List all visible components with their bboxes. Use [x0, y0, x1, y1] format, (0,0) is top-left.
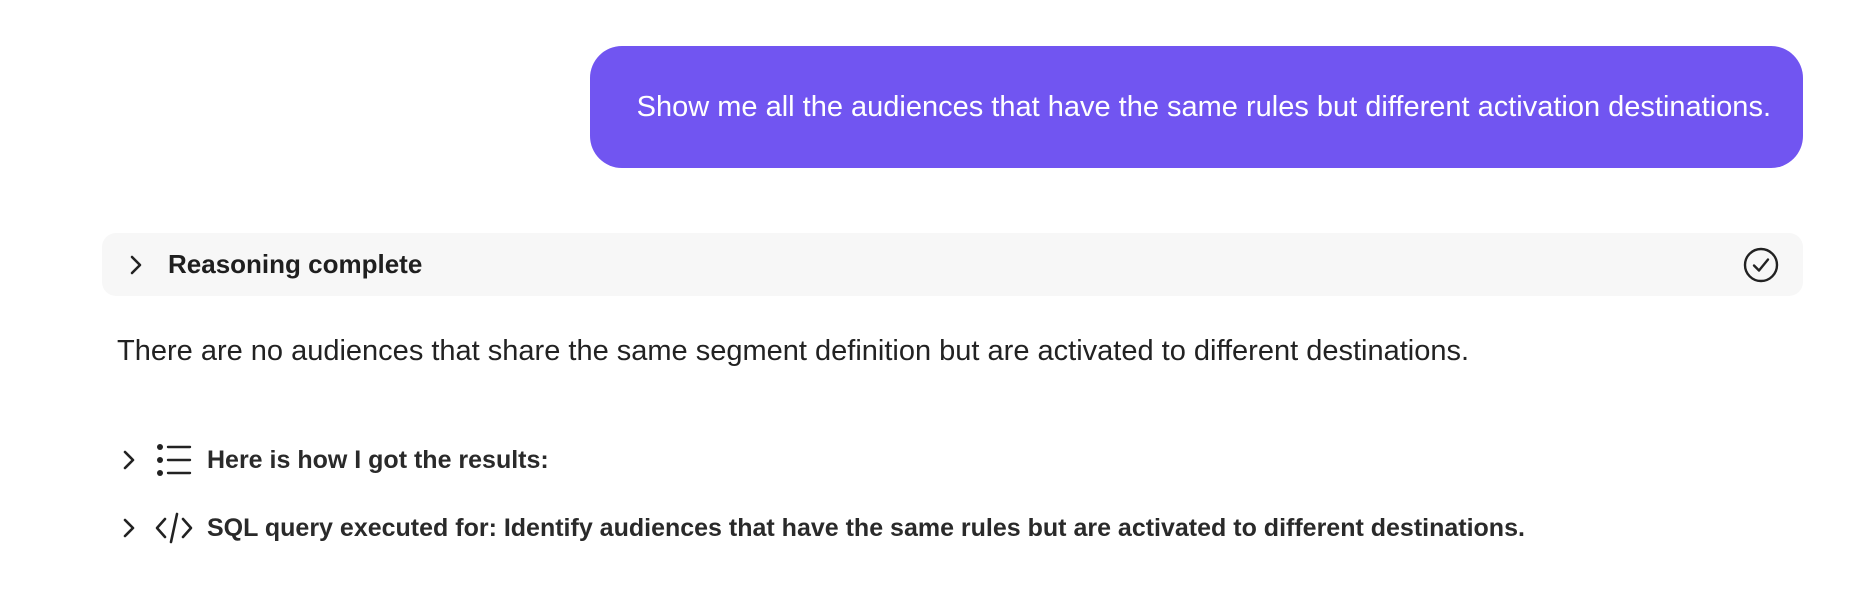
code-icon — [155, 509, 193, 547]
results-explanation-toggle[interactable]: Here is how I got the results: — [117, 441, 549, 479]
chevron-right-icon — [117, 516, 141, 540]
chevron-right-icon — [117, 448, 141, 472]
reasoning-status-label: Reasoning complete — [168, 249, 423, 279]
user-message-text: Show me all the audiences that have the … — [636, 90, 1771, 123]
sql-query-toggle[interactable]: SQL query executed for: Identify audienc… — [117, 509, 1525, 547]
check-circle-icon — [1743, 247, 1779, 283]
assistant-answer: There are no audiences that share the sa… — [117, 335, 1470, 367]
reasoning-toggle[interactable]: Reasoning complete — [102, 233, 1803, 296]
sql-query-label: SQL query executed for: Identify audienc… — [207, 513, 1525, 542]
list-icon — [155, 441, 193, 479]
chevron-right-icon — [124, 253, 148, 277]
results-explanation-label: Here is how I got the results: — [207, 445, 549, 474]
user-message-bubble: Show me all the audiences that have the … — [590, 46, 1803, 168]
